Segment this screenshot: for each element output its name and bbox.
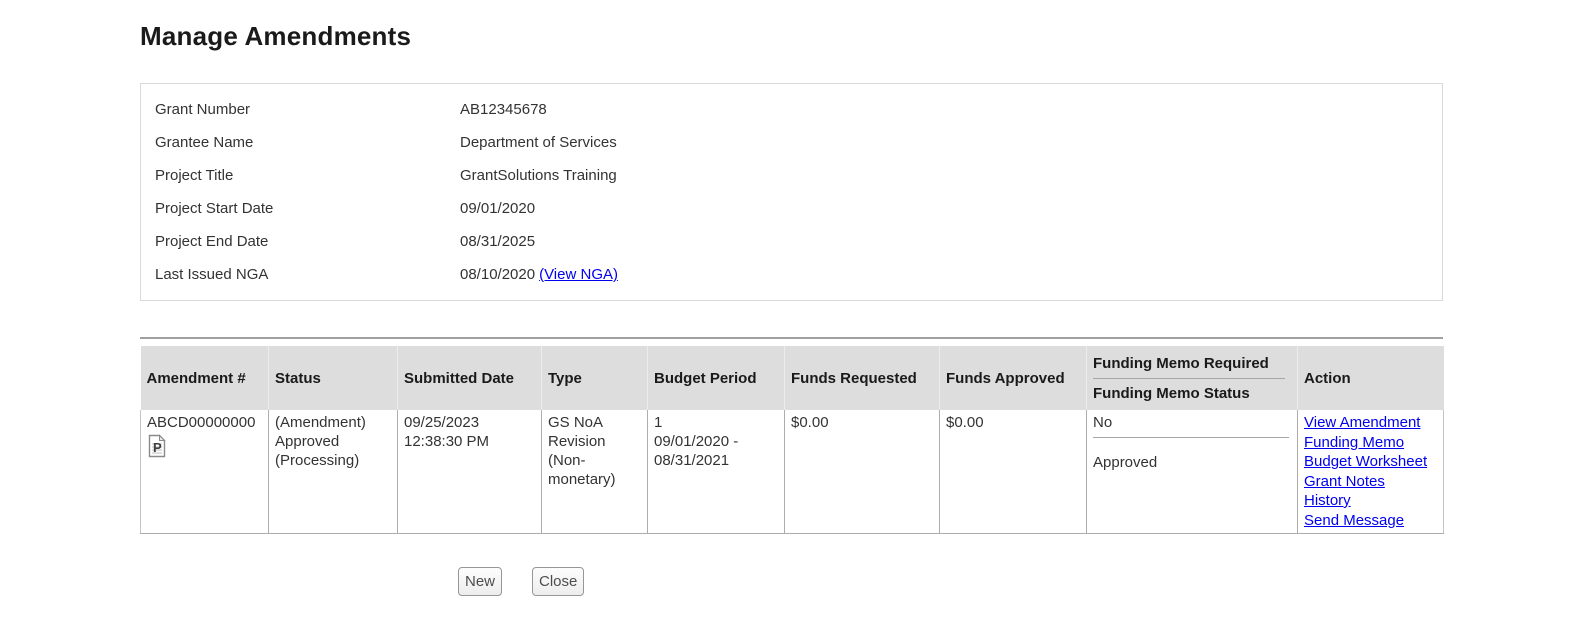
page-title: Manage Amendments bbox=[140, 0, 1443, 52]
header-submitted-date: Submitted Date bbox=[398, 346, 542, 410]
budget-period-number: 1 bbox=[654, 413, 778, 432]
detail-row-project-title: Project Title GrantSolutions Training bbox=[141, 159, 1442, 192]
cell-type: GS NoA Revision (Non-monetary) bbox=[542, 410, 648, 534]
detail-row-project-end-date: Project End Date 08/31/2025 bbox=[141, 225, 1442, 258]
grant-notes-link[interactable]: Grant Notes bbox=[1304, 472, 1385, 492]
cell-budget-period: 1 09/01/2020 - 08/31/2021 bbox=[648, 410, 785, 534]
header-budget-period: Budget Period bbox=[648, 346, 785, 410]
cell-funding-memo: No Approved bbox=[1087, 410, 1298, 534]
header-funding-memo: Funding Memo Required Funding Memo Statu… bbox=[1087, 346, 1298, 410]
cell-funds-requested: $0.00 bbox=[785, 410, 940, 534]
funding-memo-cell-divider bbox=[1093, 437, 1289, 438]
button-row: New Close bbox=[140, 567, 1443, 596]
detail-row-last-issued-nga: Last Issued NGA 08/10/2020(View NGA) bbox=[141, 258, 1442, 291]
header-status: Status bbox=[269, 346, 398, 410]
header-amendment-number: Amendment # bbox=[141, 346, 269, 410]
amendments-table: Amendment # Status Submitted Date Type B… bbox=[140, 346, 1444, 534]
close-button[interactable]: Close bbox=[532, 567, 584, 596]
detail-row-grant-number: Grant Number AB12345678 bbox=[141, 93, 1442, 126]
separator-line bbox=[140, 337, 1443, 339]
nga-date: 08/10/2020 bbox=[460, 266, 535, 283]
last-issued-nga-value: 08/10/2020(View NGA) bbox=[460, 266, 618, 283]
amendment-row: ABCD00000000 P bbox=[141, 410, 1444, 534]
header-funding-memo-status: Funding Memo Status bbox=[1093, 385, 1291, 402]
detail-row-project-start-date: Project Start Date 09/01/2020 bbox=[141, 192, 1442, 225]
budget-period-range: 09/01/2020 - 08/31/2021 bbox=[654, 432, 778, 470]
grant-number-label: Grant Number bbox=[155, 101, 460, 118]
header-funding-memo-required: Funding Memo Required bbox=[1093, 355, 1291, 372]
project-end-date-value: 08/31/2025 bbox=[460, 233, 535, 250]
project-start-date-value: 09/01/2020 bbox=[460, 200, 535, 217]
last-issued-nga-label: Last Issued NGA bbox=[155, 266, 460, 283]
header-funds-requested: Funds Requested bbox=[785, 346, 940, 410]
detail-row-grantee-name: Grantee Name Department of Services bbox=[141, 126, 1442, 159]
new-button[interactable]: New bbox=[458, 567, 502, 596]
project-end-date-label: Project End Date bbox=[155, 233, 460, 250]
table-header-row: Amendment # Status Submitted Date Type B… bbox=[141, 346, 1444, 410]
cell-action: View Amendment Funding Memo Budget Works… bbox=[1298, 410, 1444, 534]
cell-submitted-date: 09/25/2023 12:38:30 PM bbox=[398, 410, 542, 534]
cell-funds-approved: $0.00 bbox=[940, 410, 1087, 534]
funding-memo-header-divider bbox=[1093, 378, 1285, 379]
amendment-number: ABCD00000000 bbox=[147, 413, 262, 432]
cell-status: (Amendment) Approved (Processing) bbox=[269, 410, 398, 534]
project-start-date-label: Project Start Date bbox=[155, 200, 460, 217]
grantee-name-label: Grantee Name bbox=[155, 134, 460, 151]
document-p-icon[interactable]: P bbox=[147, 434, 167, 463]
project-title-label: Project Title bbox=[155, 167, 460, 184]
svg-text:P: P bbox=[153, 440, 162, 455]
header-funds-approved: Funds Approved bbox=[940, 346, 1087, 410]
header-type: Type bbox=[542, 346, 648, 410]
grantee-name-value: Department of Services bbox=[460, 134, 617, 151]
funding-memo-link[interactable]: Funding Memo bbox=[1304, 433, 1404, 453]
view-nga-link[interactable]: (View NGA) bbox=[539, 266, 618, 283]
funding-memo-status-value: Approved bbox=[1093, 453, 1291, 472]
manage-amendments-page: Manage Amendments Grant Number AB1234567… bbox=[0, 0, 1589, 622]
send-message-link[interactable]: Send Message bbox=[1304, 511, 1404, 531]
funding-memo-required-value: No bbox=[1093, 413, 1291, 432]
view-amendment-link[interactable]: View Amendment bbox=[1304, 413, 1420, 433]
cell-amendment-number: ABCD00000000 P bbox=[141, 410, 269, 534]
history-link[interactable]: History bbox=[1304, 491, 1351, 511]
grant-number-value: AB12345678 bbox=[460, 101, 547, 118]
header-action: Action bbox=[1298, 346, 1444, 410]
budget-worksheet-link[interactable]: Budget Worksheet bbox=[1304, 452, 1427, 472]
grant-details-panel: Grant Number AB12345678 Grantee Name Dep… bbox=[140, 83, 1443, 301]
project-title-value: GrantSolutions Training bbox=[460, 167, 617, 184]
